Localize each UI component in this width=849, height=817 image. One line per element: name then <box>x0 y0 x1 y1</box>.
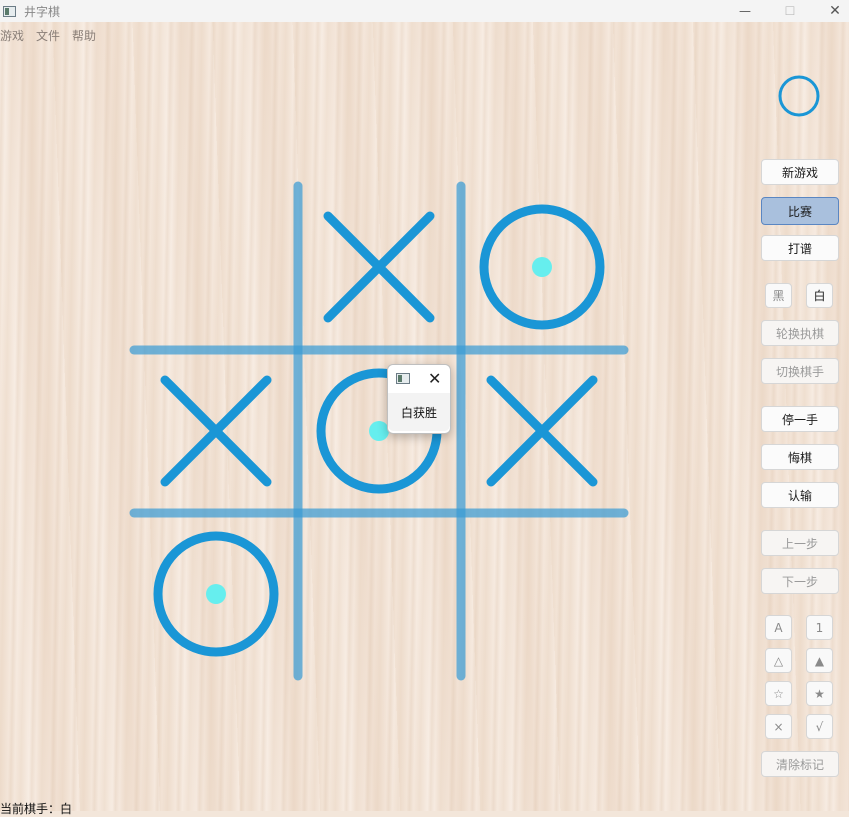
o-piece-r3c1 <box>153 531 279 657</box>
mark-triangle-filled-button[interactable]: ▲ <box>806 648 833 673</box>
mark-star-button[interactable]: ☆ <box>765 681 792 706</box>
resign-button[interactable]: 认输 <box>761 482 839 508</box>
mark-star-filled-button[interactable]: ★ <box>806 681 833 706</box>
new-game-button[interactable]: 新游戏 <box>761 159 839 185</box>
switch-player-button[interactable]: 切换棋手 <box>761 358 839 384</box>
clear-marks-button[interactable]: 清除标记 <box>761 751 839 777</box>
dialog-message: 白获胜 <box>388 393 450 431</box>
x-piece-r1c2 <box>323 211 435 323</box>
mark-a-button[interactable]: A <box>765 615 792 640</box>
result-dialog: ✕ 白获胜 <box>387 364 451 434</box>
record-button[interactable]: 打谱 <box>761 235 839 261</box>
dialog-header: ✕ <box>388 365 450 393</box>
mark-1-button[interactable]: 1 <box>806 615 833 640</box>
pass-button[interactable]: 停一手 <box>761 406 839 432</box>
mark-check-button[interactable]: √ <box>806 714 833 739</box>
o-center-dot <box>532 257 552 277</box>
mark-triangle-button[interactable]: △ <box>765 648 792 673</box>
o-piece-r1c3 <box>479 204 605 330</box>
board-pieces <box>153 204 605 657</box>
turn-indicator-o-icon <box>778 75 820 117</box>
x-piece-r2c3 <box>486 375 598 487</box>
x-piece-r2c1 <box>160 375 272 487</box>
prev-step-button[interactable]: 上一步 <box>761 530 839 556</box>
undo-button[interactable]: 悔棋 <box>761 444 839 470</box>
match-button[interactable]: 比赛 <box>761 197 839 225</box>
dialog-app-icon <box>396 373 410 384</box>
dialog-close-button[interactable]: ✕ <box>428 369 441 388</box>
o-center-dot <box>369 421 389 441</box>
white-button[interactable]: 白 <box>806 283 833 308</box>
next-step-button[interactable]: 下一步 <box>761 568 839 594</box>
mark-x-button[interactable]: × <box>765 714 792 739</box>
rotate-holder-button[interactable]: 轮换执棋 <box>761 320 839 346</box>
status-current-player: 当前棋手：白 <box>0 802 73 816</box>
black-button[interactable]: 黑 <box>765 283 792 308</box>
o-center-dot <box>206 584 226 604</box>
